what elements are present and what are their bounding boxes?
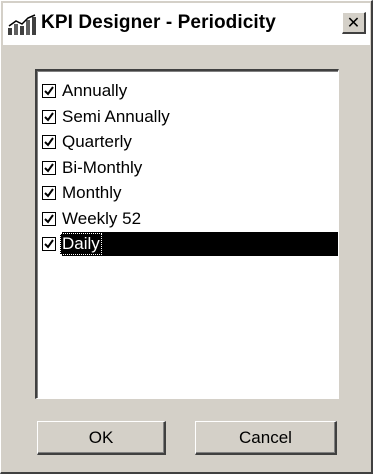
list-item[interactable]: Annually [40,79,338,103]
checkmark-icon [44,188,54,198]
list-item-label: Monthly [62,183,122,202]
list-item-label: Quarterly [62,132,132,151]
periodicity-list[interactable]: Annually Semi Annually Quarterly Bi-Monthly… [35,69,339,399]
checkmark-icon [44,137,54,147]
list-item-label: Bi-Monthly [62,157,143,177]
periodicity-dialog: KPI Designer - Periodicity ✕ Annually Sem… [0,0,373,474]
list-item-label: Daily [60,233,102,255]
list-item-label: Semi Annually [62,106,170,126]
close-icon: ✕ [346,12,361,32]
item-checkbox[interactable] [42,186,56,200]
list-item[interactable]: Monthly [40,181,338,205]
list-item[interactable]: Semi Annually [40,105,338,129]
selection-highlight [62,232,338,256]
checkmark-icon [44,239,54,249]
title-bar: KPI Designer - Periodicity ✕ [3,3,370,45]
checkmark-icon [44,86,54,96]
list-item[interactable]: Bi-Monthly [40,156,338,180]
chart-icon [8,14,36,35]
item-checkbox[interactable] [42,109,56,124]
item-checkbox[interactable] [42,160,56,175]
checkmark-icon [44,111,54,122]
list-item[interactable]: Quarterly [40,130,338,154]
checkmark-icon [44,162,54,173]
item-checkbox[interactable] [42,135,56,149]
list-item-label: Weekly 52 [62,208,142,228]
list-item[interactable]: Daily [40,232,338,256]
checkmark-icon [44,213,54,224]
cancel-button[interactable]: Cancel [195,421,337,455]
window-title: KPI Designer - Periodicity [41,12,276,33]
ok-button[interactable]: OK [37,421,166,455]
item-checkbox[interactable] [42,237,56,251]
list-item[interactable]: Weekly 52 [40,207,338,231]
close-button[interactable]: ✕ [342,12,366,34]
item-checkbox[interactable] [42,211,56,226]
item-checkbox[interactable] [42,84,56,98]
list-item-label: Annually [62,81,128,100]
